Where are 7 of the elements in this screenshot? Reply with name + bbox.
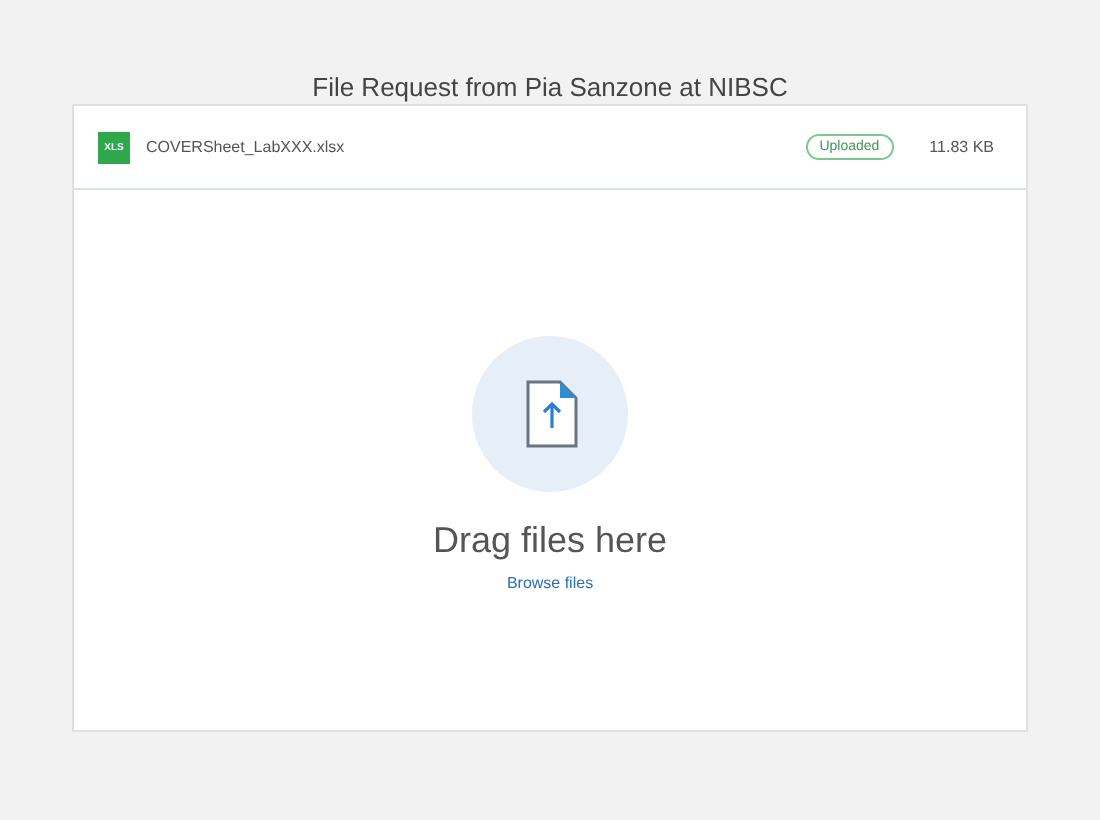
browse-files-link[interactable]: Browse files: [506, 574, 594, 592]
drop-zone[interactable]: Drag files here Browse files: [74, 190, 1026, 730]
file-size: 11.83 KB: [929, 138, 994, 156]
page-title: File Request from Pia Sanzone at NIBSC: [310, 70, 790, 104]
file-upload-icon: [472, 336, 628, 492]
drop-prompt: Drag files here: [432, 520, 668, 562]
file-name: COVERSheet_LabXXX.xlsx: [146, 138, 347, 156]
